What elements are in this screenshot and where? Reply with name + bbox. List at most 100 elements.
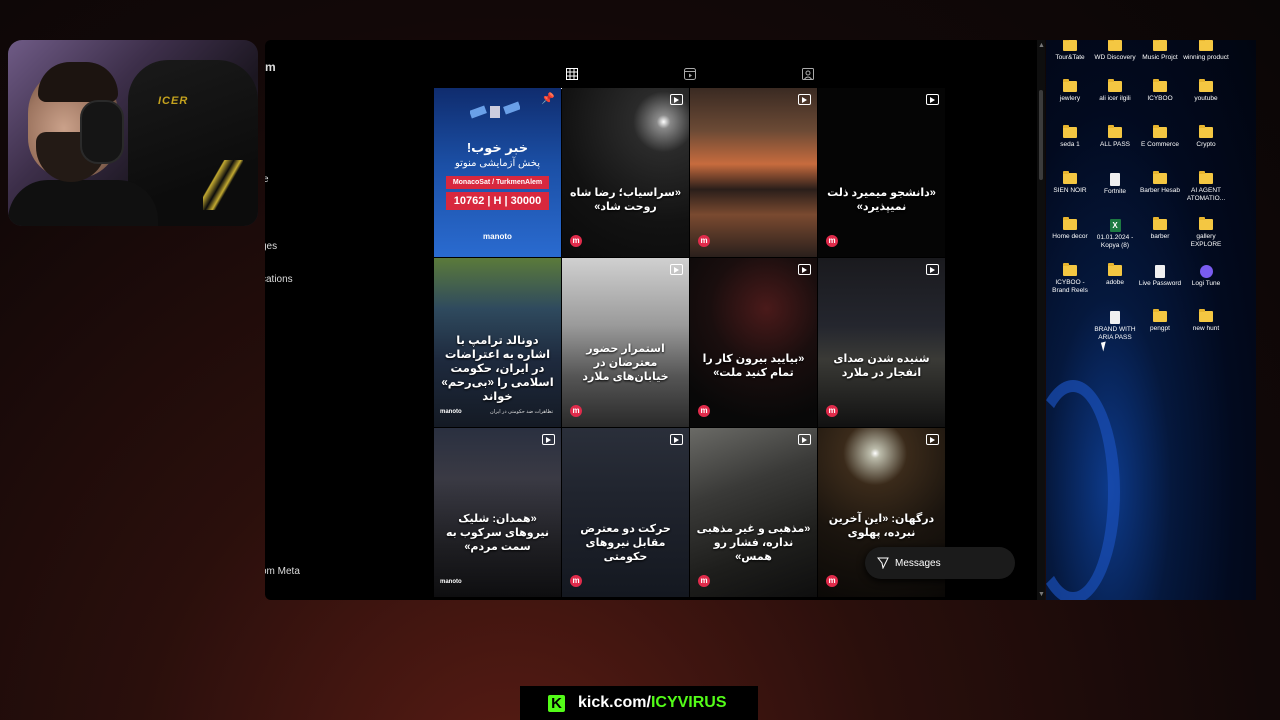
desktop-icon[interactable]: gallery EXPLORE [1183,217,1229,249]
folder-icon [1199,171,1213,184]
desktop-icon[interactable]: jewlery [1047,79,1093,103]
desktop-icon[interactable]: ICYBOO - Brand Reels [1047,263,1093,295]
desktop-icon[interactable]: AI AGENT ATOMATIO... [1183,171,1229,203]
desktop-icon-label: pengpt [1150,325,1170,332]
grid-post-11[interactable]: «مذهبی و غیر مذهبی نداره، فشار رو همس» m [690,428,817,597]
desktop-icon[interactable]: Music Projct [1137,40,1183,62]
desktop-icon[interactable]: Crypto [1183,125,1229,149]
post-caption: حرکت دو معترض مقابل نیروهای حکومتی [580,523,671,563]
desktop-icon[interactable]: Tour&Tate [1047,40,1093,62]
folder-icon [1063,171,1077,184]
source-badge: m [570,405,582,417]
reel-icon [542,434,555,445]
desktop-icon[interactable]: Live Password [1137,265,1183,288]
desktop-icon[interactable]: Home decor [1047,217,1093,241]
desktop-icon-label: Crypto [1196,141,1216,148]
grid-post-3[interactable]: m [690,88,817,257]
desktop-icon-label: ICYBOO [1147,95,1173,102]
desktop-icon[interactable]: X 01.01.2024 - Kopya (8) [1092,219,1138,250]
desktop-icon[interactable]: BRAND WITH ARIA PASS [1092,311,1138,342]
scroll-down-arrow[interactable]: ▼ [1038,591,1045,598]
grid-post-8[interactable]: شنیده شدن صدای انفجار در ملارد m [818,258,945,427]
grid-post-10[interactable]: حرکت دو معترض مقابل نیروهای حکومتی m [562,428,689,597]
source-badge: m [570,575,582,587]
post-caption: شنیده شدن صدای انفجار در ملارد [833,353,930,379]
folder-icon [1108,263,1122,276]
manoto-logo: manoto [483,232,512,241]
stream-url: kick.com/ICYVIRUS [578,694,727,712]
reel-icon [926,434,939,445]
grid-post-1[interactable]: 📌 خبر خوب! پخش آزمایشی منوتو MonacoSat /… [434,88,561,257]
folder-icon [1108,79,1122,92]
source-badge: m [570,235,582,247]
scrollbar[interactable]: ▲ ▼ [1037,40,1045,600]
grid-post-6[interactable]: استمرار حضور معترضان در خیابان‌های ملارد… [562,258,689,427]
tagged-tab[interactable] [789,60,827,88]
kick-logo-icon: K [548,694,565,712]
post-caption: «دانشجو میمیرد ذلت نمیپذیرد» [827,187,936,213]
side-nav: m e ges cations om Meta [265,40,325,600]
posts-grid: 📌 خبر خوب! پخش آزمایشی منوتو MonacoSat /… [434,88,946,600]
source-badge: m [698,235,710,247]
desktop-icon[interactable]: new hunt [1183,309,1229,333]
nav-item-meta[interactable]: om Meta [265,566,300,577]
scroll-thumb[interactable] [1039,90,1043,180]
desktop-icon[interactable]: E Commerce [1137,125,1183,149]
desktop-icon[interactable]: Logi Tune [1183,265,1229,288]
file-icon [1110,311,1120,324]
desktop-icon[interactable]: Fortnite [1092,173,1138,196]
desktop-icon-label: ICYBOO - Brand Reels [1052,279,1088,294]
scroll-up-arrow[interactable]: ▲ [1038,42,1045,49]
chair-stripe [203,160,243,210]
desktop-icon[interactable]: ALL PASS [1092,125,1138,149]
nav-item-messages[interactable]: ges [265,241,277,252]
desktop-icon[interactable]: seda 1 [1047,125,1093,149]
webcam-overlay: ICER [8,40,258,226]
folder-icon [1153,79,1167,92]
desktop-icon-label: new hunt [1192,325,1220,332]
desktop-icon[interactable]: ICYBOO [1137,79,1183,103]
streamer-hair [38,62,118,102]
nav-item-notifications[interactable]: cations [265,274,293,285]
desktop-icon-label: AI AGENT ATOMATIO... [1186,187,1226,202]
desktop-icon[interactable]: pengpt [1137,309,1183,333]
folder-icon [1199,40,1213,51]
pin-icon: 📌 [541,93,555,105]
grid-post-7[interactable]: «بیایید بیرون کار را تمام کنید ملت» m [690,258,817,427]
frequency-numbers: 10762 | H | 30000 [446,192,549,210]
brand-fragment[interactable]: m [265,60,276,74]
headset [80,100,124,164]
desktop-icon-label: jewlery [1059,95,1081,102]
posts-tab[interactable] [553,60,591,89]
reel-icon [798,264,811,275]
grid-post-9[interactable]: «همدان: شلیک نیروهای سرکوب به سمت مردم» … [434,428,561,597]
messages-button[interactable]: Messages [865,547,1015,579]
desktop-icon-label: Barber Hesab [1139,187,1181,194]
grid-post-4[interactable]: «دانشجو میمیرد ذلت نمیپذیرد» m [818,88,945,257]
reels-tab[interactable] [671,60,709,88]
desktop-icon[interactable]: ali icer ilgili [1092,79,1138,103]
desktop-icon-label: BRAND WITH ARIA PASS [1094,326,1136,341]
desktop-icon-label: Logi Tune [1191,280,1221,287]
reel-icon [926,264,939,275]
folder-icon [1199,79,1213,92]
app-icon [1199,265,1213,278]
nav-item-1[interactable]: e [265,174,269,185]
desktop-icon[interactable]: barber [1137,217,1183,241]
desktop-icon-label: 01.01.2024 - Kopya (8) [1096,234,1134,249]
desktop-icon[interactable]: SIEN NOIR [1047,171,1093,195]
grid-post-2[interactable]: «سراسیاب؛ رضا شاه روحت شاد» m [562,88,689,257]
tagged-icon [802,68,814,80]
wallpaper-swirl [1046,380,1120,600]
url-prefix: kick.com/ [578,694,651,711]
folder-icon [1108,125,1122,138]
desktop-icon[interactable]: youtube [1183,79,1229,103]
desktop-icon[interactable]: adobe [1092,263,1138,287]
desktop-icon[interactable]: winning product [1183,40,1229,62]
desktop-icon[interactable]: Barber Hesab [1137,171,1183,195]
desktop-icon-label: gallery EXPLORE [1190,233,1222,248]
grid-post-5[interactable]: دونالد ترامپ با اشاره به اعتراضات در ایر… [434,258,561,427]
post-caption: استمرار حضور معترضان در خیابان‌های ملارد [582,343,669,383]
file-icon [1110,173,1120,186]
desktop-icon[interactable]: WD Discovery [1092,40,1138,62]
